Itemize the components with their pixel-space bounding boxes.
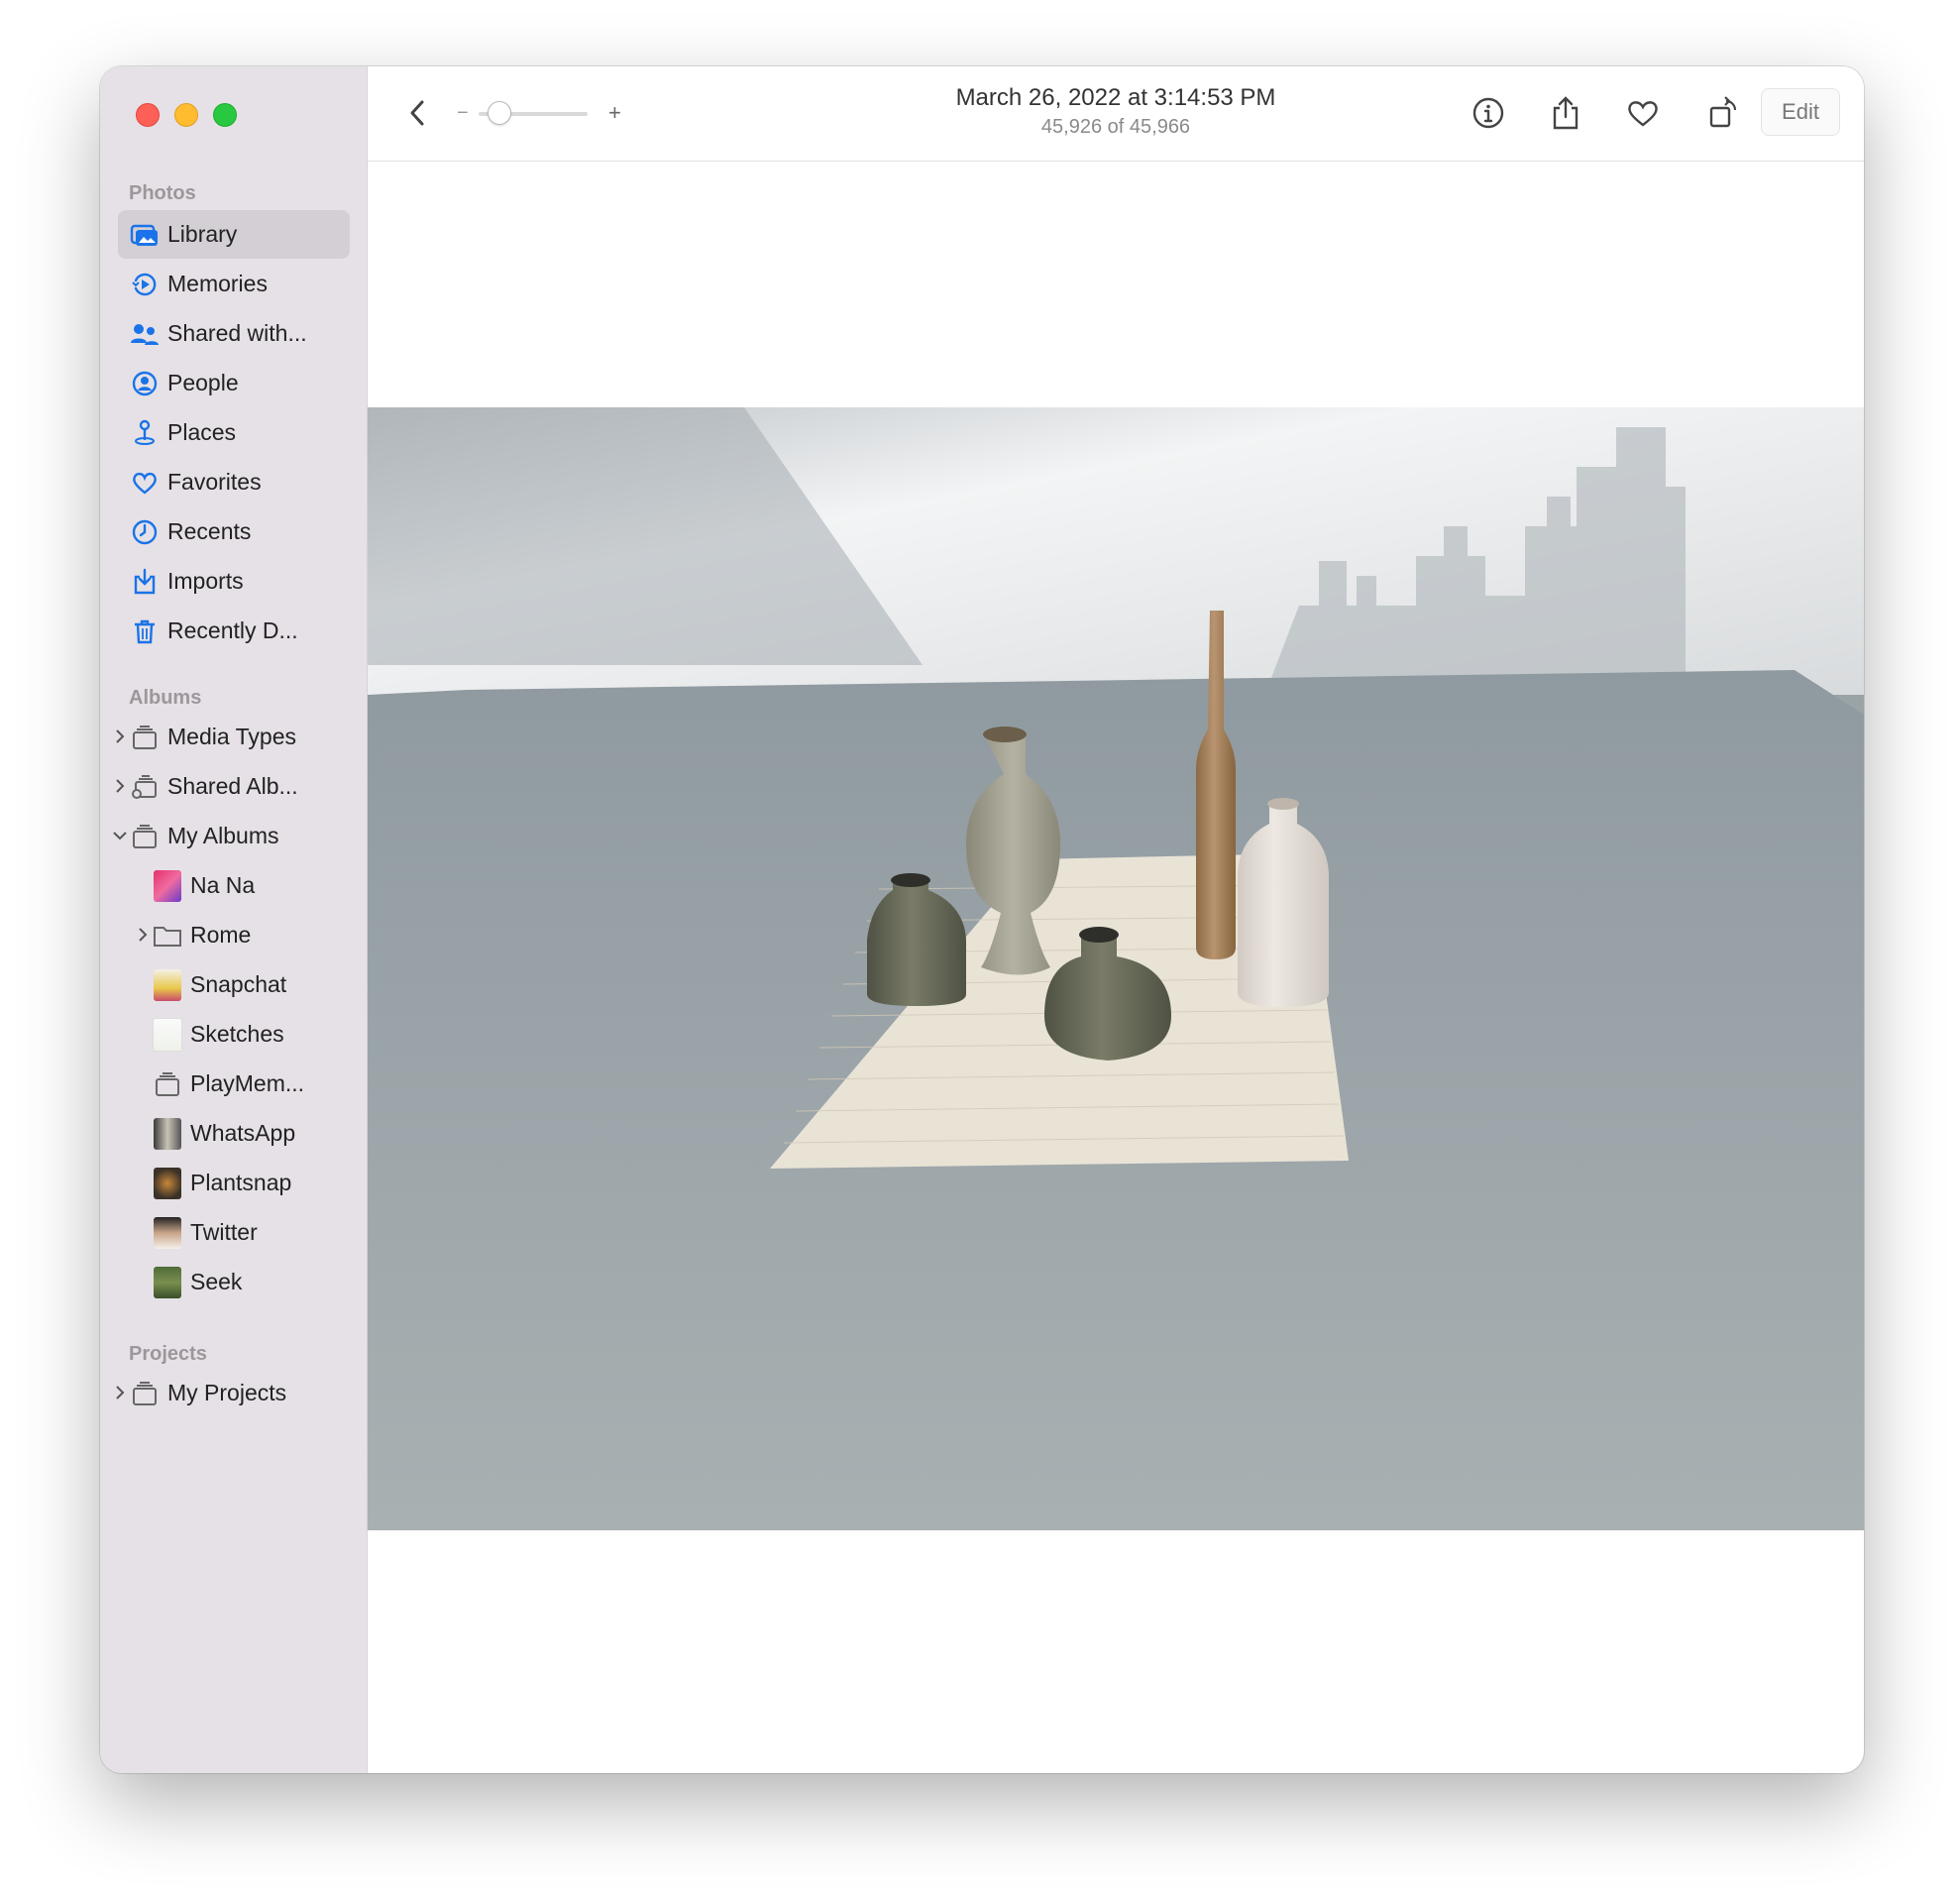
sidebar-item-label: Recently D...	[167, 617, 298, 643]
sidebar-item-label: Recents	[167, 518, 252, 544]
sidebar-item-label: Media Types	[167, 724, 296, 749]
shared-with-you-icon	[128, 317, 162, 351]
sidebar-item-people[interactable]: People	[118, 359, 350, 407]
sidebar-item-label: PlayMem...	[190, 1070, 305, 1096]
share-icon	[1553, 96, 1579, 130]
chevron-right-icon[interactable]	[110, 727, 130, 746]
sidebar-item-my-albums[interactable]: My Albums	[113, 812, 350, 860]
album-thumbnail	[151, 869, 184, 903]
chevron-down-icon[interactable]	[110, 826, 130, 845]
sidebar-item-recently-deleted[interactable]: Recently D...	[118, 607, 350, 655]
toolbar: − + March 26, 2022 at 3:14:53 PM 45,926 …	[368, 66, 1864, 162]
library-icon	[128, 218, 162, 252]
edit-button[interactable]: Edit	[1761, 88, 1840, 136]
info-icon	[1472, 97, 1504, 129]
zoom-in-button[interactable]: +	[608, 100, 621, 126]
heart-icon	[1628, 101, 1658, 127]
sidebar-item-label: Shared Alb...	[167, 773, 298, 799]
sidebar-item-na-na[interactable]: Na Na	[141, 861, 350, 910]
import-icon	[128, 565, 162, 599]
sidebar-item-label: Twitter	[190, 1219, 258, 1245]
trash-icon	[128, 615, 162, 648]
album-stack-icon	[151, 1067, 184, 1101]
sidebar-item-label: My Projects	[167, 1380, 287, 1405]
places-icon	[128, 416, 162, 450]
sidebar-item-recents[interactable]: Recents	[118, 507, 350, 556]
sidebar-item-label: My Albums	[167, 823, 279, 848]
sidebar-item-twitter[interactable]: Twitter	[141, 1208, 350, 1257]
album-stack-icon	[128, 721, 162, 754]
sidebar-item-shared-with-you[interactable]: Shared with...	[118, 309, 350, 358]
close-window-button[interactable]	[136, 103, 160, 127]
info-button[interactable]	[1470, 94, 1507, 132]
album-stack-icon	[128, 820, 162, 853]
album-thumbnail	[151, 968, 184, 1002]
sidebar-item-media-types[interactable]: Media Types	[116, 713, 350, 761]
zoom-out-button[interactable]: −	[457, 102, 469, 125]
sidebar-item-library[interactable]: Library	[118, 210, 350, 259]
sidebar-item-rome[interactable]: Rome	[139, 911, 350, 959]
sidebar-item-places[interactable]: Places	[118, 408, 350, 457]
sidebar-item-playmemories[interactable]: PlayMem...	[141, 1060, 350, 1108]
album-stack-icon	[128, 1377, 162, 1410]
sidebar-item-label: Snapchat	[190, 971, 287, 997]
sidebar-item-label: Sketches	[190, 1021, 284, 1047]
sidebar-item-my-projects[interactable]: My Projects	[116, 1369, 350, 1417]
sidebar-item-label: Na Na	[190, 872, 256, 898]
rotate-icon	[1709, 96, 1737, 128]
album-thumbnail	[151, 1216, 184, 1250]
zoom-window-button[interactable]	[213, 103, 237, 127]
zoom-slider-knob[interactable]	[487, 101, 511, 125]
photo-viewer[interactable]	[368, 407, 1864, 1530]
sidebar: Photos Library Memories Shared with... P…	[100, 66, 368, 1773]
sidebar-item-sketches[interactable]: Sketches	[141, 1010, 350, 1059]
heart-icon	[128, 466, 162, 500]
sidebar-item-label: Rome	[190, 922, 252, 948]
sidebar-item-label: Places	[167, 419, 237, 445]
album-thumbnail	[151, 1017, 184, 1052]
sidebar-item-label: Library	[167, 221, 238, 247]
album-thumbnail	[151, 1117, 184, 1151]
sidebar-item-shared-albums[interactable]: Shared Alb...	[116, 762, 350, 811]
sidebar-item-memories[interactable]: Memories	[118, 260, 350, 308]
sidebar-item-label: Shared with...	[167, 320, 307, 346]
photo-image	[368, 407, 1864, 1530]
memories-icon	[128, 268, 162, 301]
chevron-right-icon[interactable]	[110, 776, 130, 796]
sidebar-item-seek[interactable]: Seek	[141, 1258, 350, 1306]
clock-icon	[128, 515, 162, 549]
window-controls	[136, 103, 237, 127]
albums-section-title: Albums	[129, 687, 202, 709]
sidebar-item-favorites[interactable]: Favorites	[118, 458, 350, 506]
sidebar-item-label: WhatsApp	[190, 1120, 296, 1146]
sidebar-item-whatsapp[interactable]: WhatsApp	[141, 1109, 350, 1158]
sidebar-item-label: Plantsnap	[190, 1170, 292, 1195]
minimize-window-button[interactable]	[174, 103, 198, 127]
photos-section-title: Photos	[129, 182, 196, 204]
favorite-button[interactable]	[1624, 94, 1662, 132]
sidebar-item-label: People	[167, 370, 239, 395]
album-thumbnail	[151, 1167, 184, 1200]
sidebar-item-imports[interactable]: Imports	[118, 557, 350, 606]
folder-icon	[151, 919, 184, 952]
sidebar-item-label: Imports	[167, 568, 244, 594]
sidebar-item-plantsnap[interactable]: Plantsnap	[141, 1159, 350, 1207]
back-button[interactable]	[403, 96, 431, 130]
sidebar-item-snapchat[interactable]: Snapchat	[141, 960, 350, 1009]
rotate-button[interactable]	[1705, 94, 1743, 132]
photos-window: Photos Library Memories Shared with... P…	[100, 66, 1864, 1773]
chevron-right-icon[interactable]	[110, 1383, 130, 1402]
projects-section-title: Projects	[129, 1343, 207, 1365]
share-button[interactable]	[1547, 94, 1584, 132]
sidebar-item-label: Memories	[167, 271, 268, 296]
album-thumbnail	[151, 1266, 184, 1299]
people-icon	[128, 367, 162, 400]
sidebar-item-label: Seek	[190, 1269, 243, 1294]
shared-album-icon	[128, 770, 162, 804]
chevron-right-icon[interactable]	[133, 925, 153, 945]
sidebar-item-label: Favorites	[167, 469, 262, 495]
